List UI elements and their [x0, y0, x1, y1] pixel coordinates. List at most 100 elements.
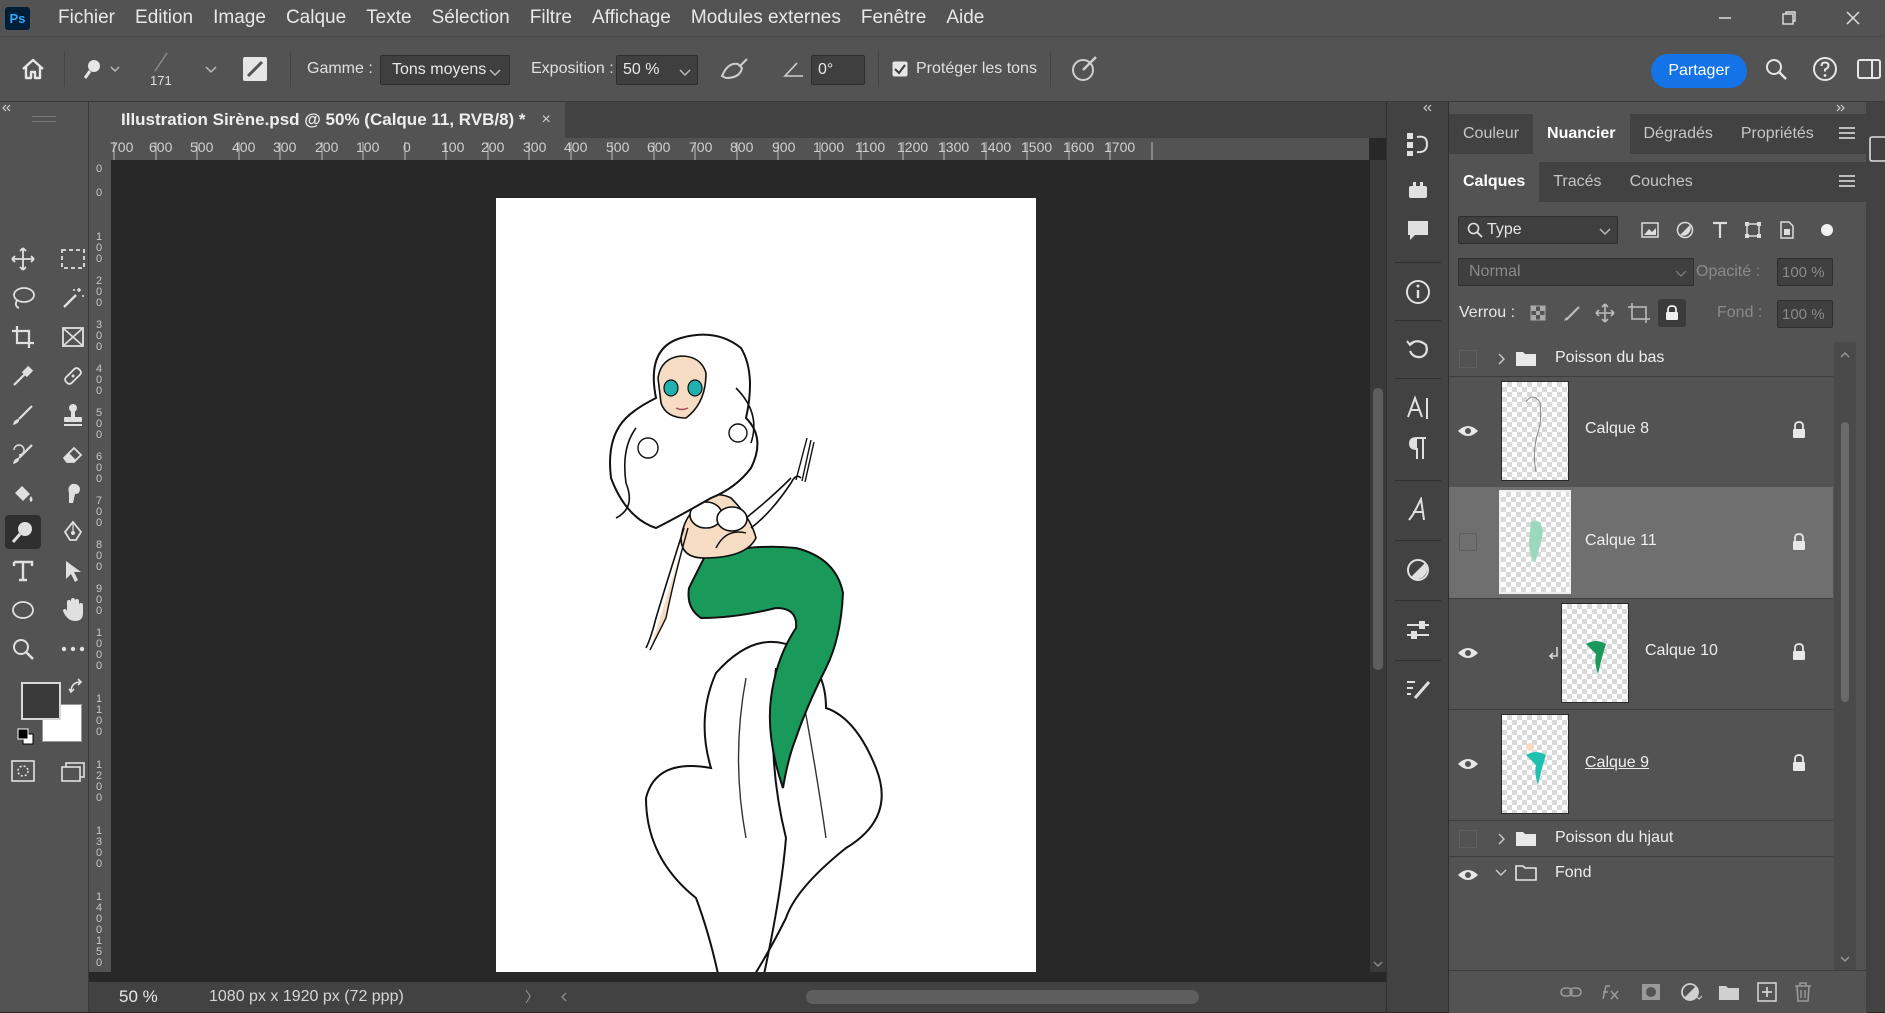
more-tools-button[interactable]: [55, 632, 91, 666]
color-history-panel-button[interactable]: [1397, 330, 1439, 366]
tab-traces[interactable]: Tracés: [1539, 162, 1615, 202]
airbrush-button[interactable]: [718, 37, 750, 101]
menu-calque[interactable]: Calque: [276, 7, 356, 29]
paint-bucket-tool[interactable]: [5, 476, 41, 510]
dock-panel-icon[interactable]: [1868, 136, 1885, 162]
zoom-level[interactable]: 50 %: [119, 987, 209, 1007]
layers-scrollbar[interactable]: [1834, 342, 1856, 970]
magic-wand-tool[interactable]: [55, 281, 91, 315]
angle-field[interactable]: 0°: [811, 55, 865, 85]
scroll-left-icon[interactable]: [559, 990, 569, 1004]
character-panel-button[interactable]: [1397, 390, 1439, 426]
add-mask-button[interactable]: [1639, 981, 1663, 1003]
blend-mode-select[interactable]: Normal: [1458, 258, 1694, 286]
frame-tool[interactable]: [55, 320, 91, 354]
layer-row-selected[interactable]: Calque 11: [1449, 487, 1833, 599]
minimize-button[interactable]: [1693, 0, 1757, 36]
filter-shape-icon[interactable]: [1744, 221, 1762, 239]
hand-tool[interactable]: [55, 593, 91, 627]
scroll-down-icon[interactable]: [1834, 954, 1856, 964]
menu-aide[interactable]: Aide: [936, 7, 994, 29]
layer-filter-select[interactable]: Type: [1458, 216, 1618, 244]
document-tab[interactable]: Illustration Sirène.psd @ 50% (Calque 11…: [89, 102, 565, 138]
home-button[interactable]: [20, 37, 46, 101]
chevron-right-icon[interactable]: [1497, 353, 1507, 365]
brush-size-dropdown[interactable]: [205, 37, 217, 101]
menu-modules-externes[interactable]: Modules externes: [681, 7, 851, 29]
range-select[interactable]: Tons moyens: [380, 55, 510, 85]
glyphs-panel-button[interactable]: [1397, 492, 1439, 528]
move-tool[interactable]: [5, 242, 41, 276]
new-group-button[interactable]: [1717, 981, 1741, 1003]
ruler-vertical[interactable]: 0 0 1 0 0 2 0 0 3 0 0 4 0 0 5 0 0 6 0 0 …: [89, 160, 112, 972]
path-selection-tool[interactable]: [55, 554, 91, 588]
pressure-button[interactable]: [1070, 37, 1100, 101]
blur-tool[interactable]: [55, 476, 91, 510]
lock-artboard-icon[interactable]: [1628, 303, 1650, 323]
layer-row[interactable]: Calque 10: [1449, 598, 1833, 710]
foreground-color-swatch[interactable]: [21, 682, 61, 720]
layer-group-row[interactable]: Fond: [1449, 856, 1833, 892]
layer-group-row[interactable]: Poisson du bas: [1449, 340, 1833, 377]
scroll-down-icon[interactable]: [1370, 960, 1386, 970]
history-brush-tool[interactable]: [5, 437, 41, 471]
lock-position-icon[interactable]: [1595, 303, 1615, 323]
lock-all-button[interactable]: [1658, 299, 1686, 327]
ellipse-tool[interactable]: [5, 593, 41, 627]
eyedropper-tool[interactable]: [5, 359, 41, 393]
eraser-tool[interactable]: [55, 437, 91, 471]
tab-degrades[interactable]: Dégradés: [1630, 114, 1727, 154]
chevron-down-icon[interactable]: [1495, 868, 1507, 878]
lasso-tool[interactable]: [5, 281, 41, 315]
menu-selection[interactable]: Sélection: [422, 7, 520, 29]
tab-couleur[interactable]: Couleur: [1449, 114, 1533, 154]
delete-layer-button[interactable]: [1791, 981, 1815, 1003]
menu-fenetre[interactable]: Fenêtre: [851, 7, 936, 29]
fill-field[interactable]: 100 %: [1777, 300, 1833, 328]
horizontal-scroll-thumb[interactable]: [806, 990, 1199, 1004]
quick-mask-button[interactable]: [5, 754, 41, 788]
visibility-toggle[interactable]: [1457, 642, 1479, 664]
link-layers-button[interactable]: [1559, 981, 1583, 1003]
paragraph-panel-button[interactable]: [1397, 430, 1439, 466]
history-panel-button[interactable]: [1397, 126, 1439, 162]
exposure-field[interactable]: 50 %: [616, 55, 698, 85]
dodge-tool[interactable]: [5, 515, 41, 549]
layer-style-button[interactable]: [1599, 981, 1623, 1003]
menu-edition[interactable]: Edition: [125, 7, 203, 29]
protect-tones-checkbox[interactable]: Protéger les tons: [892, 37, 1037, 101]
tab-nuancier[interactable]: Nuancier: [1533, 114, 1630, 154]
lock-transparent-icon[interactable]: [1530, 305, 1546, 321]
screen-mode-button[interactable]: [55, 754, 91, 788]
swap-colors-icon[interactable]: [68, 678, 86, 696]
brush-size-picker[interactable]: 171: [150, 37, 172, 101]
filter-pixel-icon[interactable]: [1641, 222, 1659, 238]
marquee-tool[interactable]: [55, 242, 91, 276]
ruler-horizontal[interactable]: 700 600 500 400 300 200 100 0 100 200 30…: [89, 138, 1369, 161]
new-adjustment-button[interactable]: [1679, 981, 1703, 1003]
visibility-toggle-off[interactable]: [1459, 830, 1477, 848]
pen-tool[interactable]: [55, 515, 91, 549]
search-button[interactable]: [1764, 37, 1788, 101]
tab-calques[interactable]: Calques: [1449, 162, 1540, 202]
close-tab-icon[interactable]: ×: [542, 111, 551, 129]
vertical-scrollbar[interactable]: [1370, 160, 1386, 972]
layers-scroll-thumb[interactable]: [1841, 422, 1849, 702]
menu-image[interactable]: Image: [203, 7, 276, 29]
lock-pixels-icon[interactable]: [1563, 304, 1581, 322]
visibility-toggle-off[interactable]: [1459, 533, 1477, 551]
close-window-button[interactable]: [1821, 0, 1885, 36]
spot-healing-tool[interactable]: [55, 359, 91, 393]
menu-filtre[interactable]: Filtre: [520, 7, 582, 29]
menu-affichage[interactable]: Affichage: [582, 7, 681, 29]
filter-type-icon[interactable]: [1712, 221, 1728, 239]
brush-settings-button[interactable]: [242, 37, 268, 101]
visibility-toggle[interactable]: [1457, 864, 1479, 886]
scroll-up-icon[interactable]: [1834, 350, 1856, 360]
canvas-viewport[interactable]: [111, 160, 1369, 972]
help-button[interactable]: [1812, 37, 1838, 101]
filter-smart-object-icon[interactable]: [1779, 221, 1795, 239]
panel-menu-icon[interactable]: [1839, 126, 1855, 140]
tool-preset-picker[interactable]: [84, 37, 124, 101]
visibility-toggle-off[interactable]: [1459, 350, 1477, 368]
